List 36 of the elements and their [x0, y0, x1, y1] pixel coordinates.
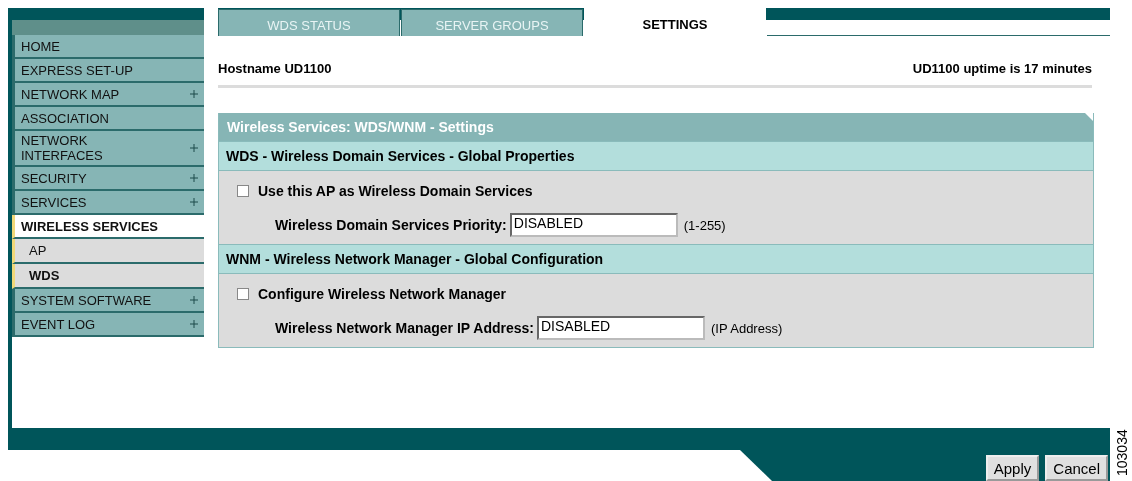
uptime-label: UD1100 uptime is 17 minutes [912, 61, 1092, 76]
checkbox[interactable] [237, 185, 249, 197]
field-hint: (IP Address) [710, 320, 783, 336]
input-field[interactable]: DISABLED [536, 316, 705, 340]
panel-title: Wireless Services: WDS/WNM - Settings [219, 113, 1093, 141]
checkbox-label: Use this AP as Wireless Domain Services [258, 183, 533, 199]
field-label: Wireless Domain Services Priority: [275, 217, 507, 233]
field-hint: (1-255) [683, 217, 726, 233]
plus-icon [190, 174, 198, 182]
nav-item[interactable]: SERVICES [12, 191, 204, 215]
nav-item[interactable]: SECURITY [12, 167, 204, 191]
nav-item[interactable]: SYSTEM SOFTWARE [12, 289, 204, 313]
field-label: Wireless Network Manager IP Address: [275, 320, 534, 336]
nav-item[interactable]: WIRELESS SERVICES [12, 215, 204, 239]
section-heading: WDS - Wireless Domain Services - Global Properties [219, 141, 1093, 171]
hostname-label: Hostname UD1100 [218, 61, 332, 76]
nav-subitem[interactable]: AP [12, 239, 204, 264]
nav-item[interactable]: EVENT LOG [12, 313, 204, 337]
checkbox[interactable] [237, 288, 249, 300]
nav-item[interactable]: ASSOCIATION [12, 107, 204, 131]
nav-item[interactable]: HOME [12, 35, 204, 59]
nav-item[interactable]: NETWORK INTERFACES [12, 131, 204, 167]
section-heading: WNM - Wireless Network Manager - Global Configuration [219, 244, 1093, 274]
input-field[interactable]: DISABLED [509, 213, 678, 237]
plus-icon [190, 296, 198, 304]
nav-item[interactable]: EXPRESS SET-UP [12, 59, 204, 83]
form-button[interactable]: Apply [985, 455, 1040, 481]
nav-subitem[interactable]: WDS [12, 264, 204, 289]
figure-number: 103034 [1114, 430, 1130, 476]
plus-icon [190, 144, 198, 152]
plus-icon [190, 198, 198, 206]
plus-icon [190, 90, 198, 98]
checkbox-label: Configure Wireless Network Manager [258, 286, 507, 302]
plus-icon [190, 320, 198, 328]
form-button[interactable]: Cancel [1045, 455, 1108, 481]
nav-item[interactable]: NETWORK MAP [12, 83, 204, 107]
